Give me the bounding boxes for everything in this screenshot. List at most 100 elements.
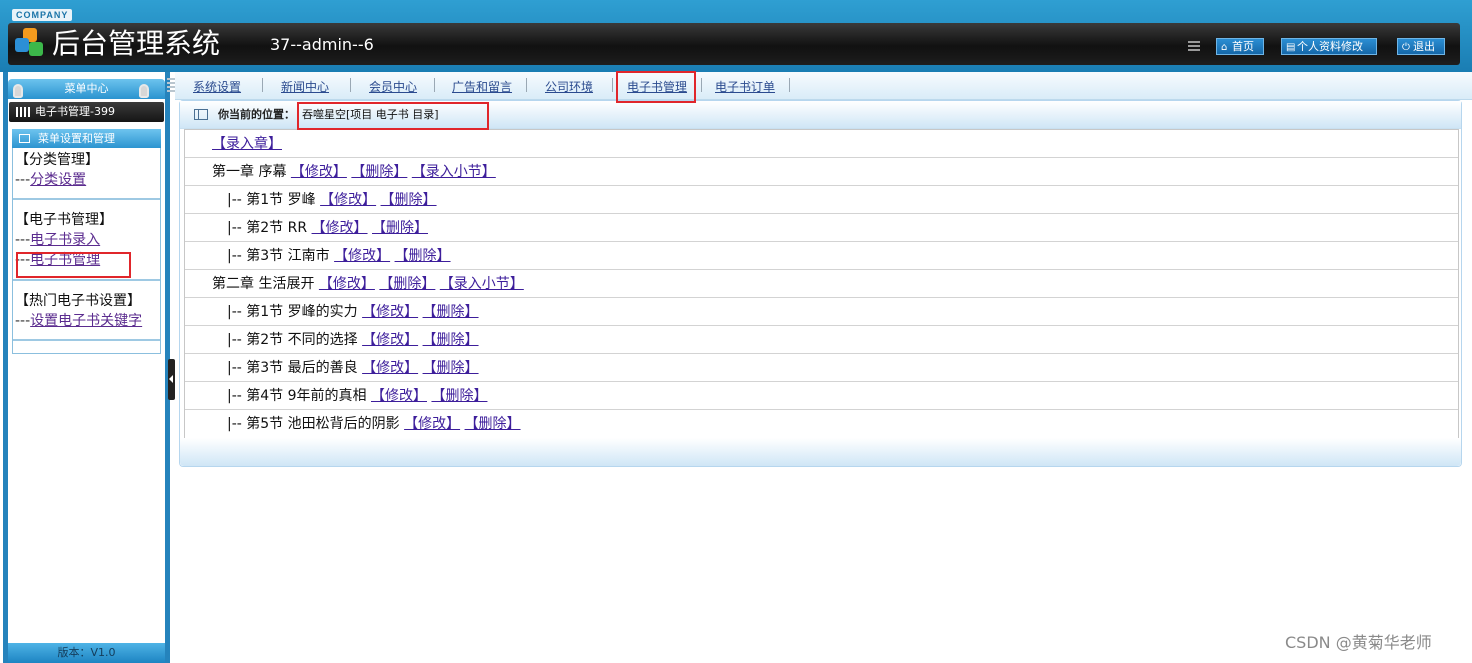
tab-ebook-manage[interactable]: 电子书管理 [627,80,687,94]
tab-news[interactable]: 新闻中心 [281,80,329,94]
chapter-title: 第一章 序幕 [212,164,287,180]
sidebar-body: 菜单中心 电子书管理-399 菜单设置和管理 【分类管理】 ---分类设置 【电… [8,72,165,663]
tab-divider [789,78,790,92]
tab-divider [434,78,435,92]
menu-section-box: 【分类管理】 ---分类设置 【电子书管理】 ---电子书录入 ---电子书管理… [12,148,161,354]
breadcrumb: 你当前的位置： 吞噬星空[项目 电子书 目录] [180,101,1461,129]
group-hot-ebook: 【热门电子书设置】 ---设置电子书关键字 [13,291,160,331]
add-section-link[interactable]: 【录入小节】 [440,276,524,292]
sidebar-link-ebook-entry[interactable]: 电子书录入 [30,232,100,248]
watermark: CSDN @黄菊华老师 [1285,633,1432,652]
delete-link[interactable]: 【删除】 [465,416,521,432]
home-button[interactable]: ⌂ 首页 [1216,38,1264,55]
table-row: |-- 第5节 池田松背后的阴影 【修改】 【删除】 [185,410,1458,438]
section-title: |-- 第5节 池田松背后的阴影 [227,416,400,432]
grid-icon [16,107,30,117]
app-title: 后台管理系统 [52,27,221,60]
sidebar: 菜单中心 电子书管理-399 菜单设置和管理 【分类管理】 ---分类设置 【电… [3,72,170,663]
tab-divider [612,78,613,92]
user-label: 37--admin--6 [270,35,374,54]
breadcrumb-label: 你当前的位置： [218,108,295,121]
tab-ebook-orders[interactable]: 电子书订单 [715,80,775,94]
edit-link[interactable]: 【修改】 [362,360,418,376]
pin-icon [13,84,23,98]
toc-table: 【录入章】 第一章 序幕 【修改】 【删除】 【录入小节】 |-- 第1节 罗峰… [184,129,1459,439]
sidebar-link-keywords[interactable]: 设置电子书关键字 [30,313,142,329]
tab-divider [350,78,351,92]
menu-section-header: 菜单设置和管理 [12,129,161,148]
section-title: |-- 第1节 罗峰 [227,192,316,208]
tab-system-settings[interactable]: 系统设置 [193,80,241,94]
delete-link[interactable]: 【删除】 [423,332,479,348]
tab-company-env[interactable]: 公司环境 [545,80,593,94]
edit-link[interactable]: 【修改】 [320,192,376,208]
sidebar-module-ebook[interactable]: 电子书管理-399 [9,102,164,122]
edit-link[interactable]: 【修改】 [362,304,418,320]
section-title: |-- 第3节 江南市 [227,248,330,264]
table-row: |-- 第1节 罗峰 【修改】 【删除】 [185,186,1458,214]
table-row: 第一章 序幕 【修改】 【删除】 【录入小节】 [185,158,1458,186]
profile-edit-button[interactable]: ▤ 个人资料修改 [1281,38,1377,55]
divider [13,279,160,281]
panel-footer [180,438,1461,466]
menu-icon [1188,41,1200,51]
table-row: 【录入章】 [185,130,1458,158]
power-icon: ⏻ [1402,42,1410,53]
app-logo-icon [15,28,45,58]
delete-link[interactable]: 【删除】 [379,276,435,292]
delete-link[interactable]: 【删除】 [372,220,428,236]
tab-divider [526,78,527,92]
delete-link[interactable]: 【删除】 [395,248,451,264]
table-row: 第二章 生活展开 【修改】 【删除】 【录入小节】 [185,270,1458,298]
edit-link[interactable]: 【修改】 [371,388,427,404]
logout-button[interactable]: ⏻ 退出 [1397,38,1445,55]
delete-link[interactable]: 【删除】 [423,304,479,320]
divider [13,339,160,341]
delete-link[interactable]: 【删除】 [351,164,407,180]
version-footer: 版本：V1.0 [8,643,165,663]
delete-link[interactable]: 【删除】 [431,388,487,404]
group-title: 【分类管理】 [15,152,99,168]
edit-link[interactable]: 【修改】 [404,416,460,432]
divider [13,198,160,200]
tab-divider [262,78,263,92]
section-title: |-- 第4节 9年前的真相 [227,388,367,404]
edit-link[interactable]: 【修改】 [312,220,368,236]
section-title: |-- 第2节 RR [227,220,308,236]
pin-icon [139,84,149,98]
add-chapter-link[interactable]: 【录入章】 [212,136,282,152]
breadcrumb-value: 吞噬星空[项目 电子书 目录] [302,108,439,121]
tab-members[interactable]: 会员中心 [369,80,417,94]
section-title: |-- 第1节 罗峰的实力 [227,304,358,320]
edit-link[interactable]: 【修改】 [334,248,390,264]
group-title: 【热门电子书设置】 [15,293,141,309]
nav-grip-icon [167,78,175,94]
tab-divider [701,78,702,92]
tab-ads-messages[interactable]: 广告和留言 [452,80,512,94]
edit-link[interactable]: 【修改】 [362,332,418,348]
table-row: |-- 第3节 江南市 【修改】 【删除】 [185,242,1458,270]
group-title: 【电子书管理】 [15,212,113,228]
table-row: |-- 第3节 最后的善良 【修改】 【删除】 [185,354,1458,382]
edit-link[interactable]: 【修改】 [291,164,347,180]
delete-link[interactable]: 【删除】 [381,192,437,208]
table-row: |-- 第4节 9年前的真相 【修改】 【删除】 [185,382,1458,410]
section-title: |-- 第2节 不同的选择 [227,332,358,348]
add-section-link[interactable]: 【录入小节】 [412,164,496,180]
edit-link[interactable]: 【修改】 [319,276,375,292]
home-icon: ⌂ [1221,42,1228,53]
document-icon [19,134,30,143]
table-row: |-- 第2节 RR 【修改】 【删除】 [185,214,1458,242]
table-row: |-- 第2节 不同的选择 【修改】 【删除】 [185,326,1458,354]
table-row: |-- 第1节 罗峰的实力 【修改】 【删除】 [185,298,1458,326]
location-icon [194,109,208,120]
sidebar-collapse-handle[interactable] [168,359,175,400]
delete-link[interactable]: 【删除】 [423,360,479,376]
content-panel: 你当前的位置： 吞噬星空[项目 电子书 目录] 【录入章】 第一章 序幕 【修改… [179,100,1462,467]
title-bar: 后台管理系统 37--admin--6 ⌂ 首页 ▤ 个人资料修改 ⏻ 退出 [8,23,1460,65]
sidebar-link-category-settings[interactable]: 分类设置 [30,172,86,188]
sidebar-link-ebook-manage[interactable]: 电子书管理 [30,252,100,268]
company-badge: COMPANY [12,9,73,21]
top-nav: 系统设置 新闻中心 会员中心 广告和留言 公司环境 电子书管理 电子书订单 [175,72,1472,100]
chapter-title: 第二章 生活展开 [212,276,315,292]
